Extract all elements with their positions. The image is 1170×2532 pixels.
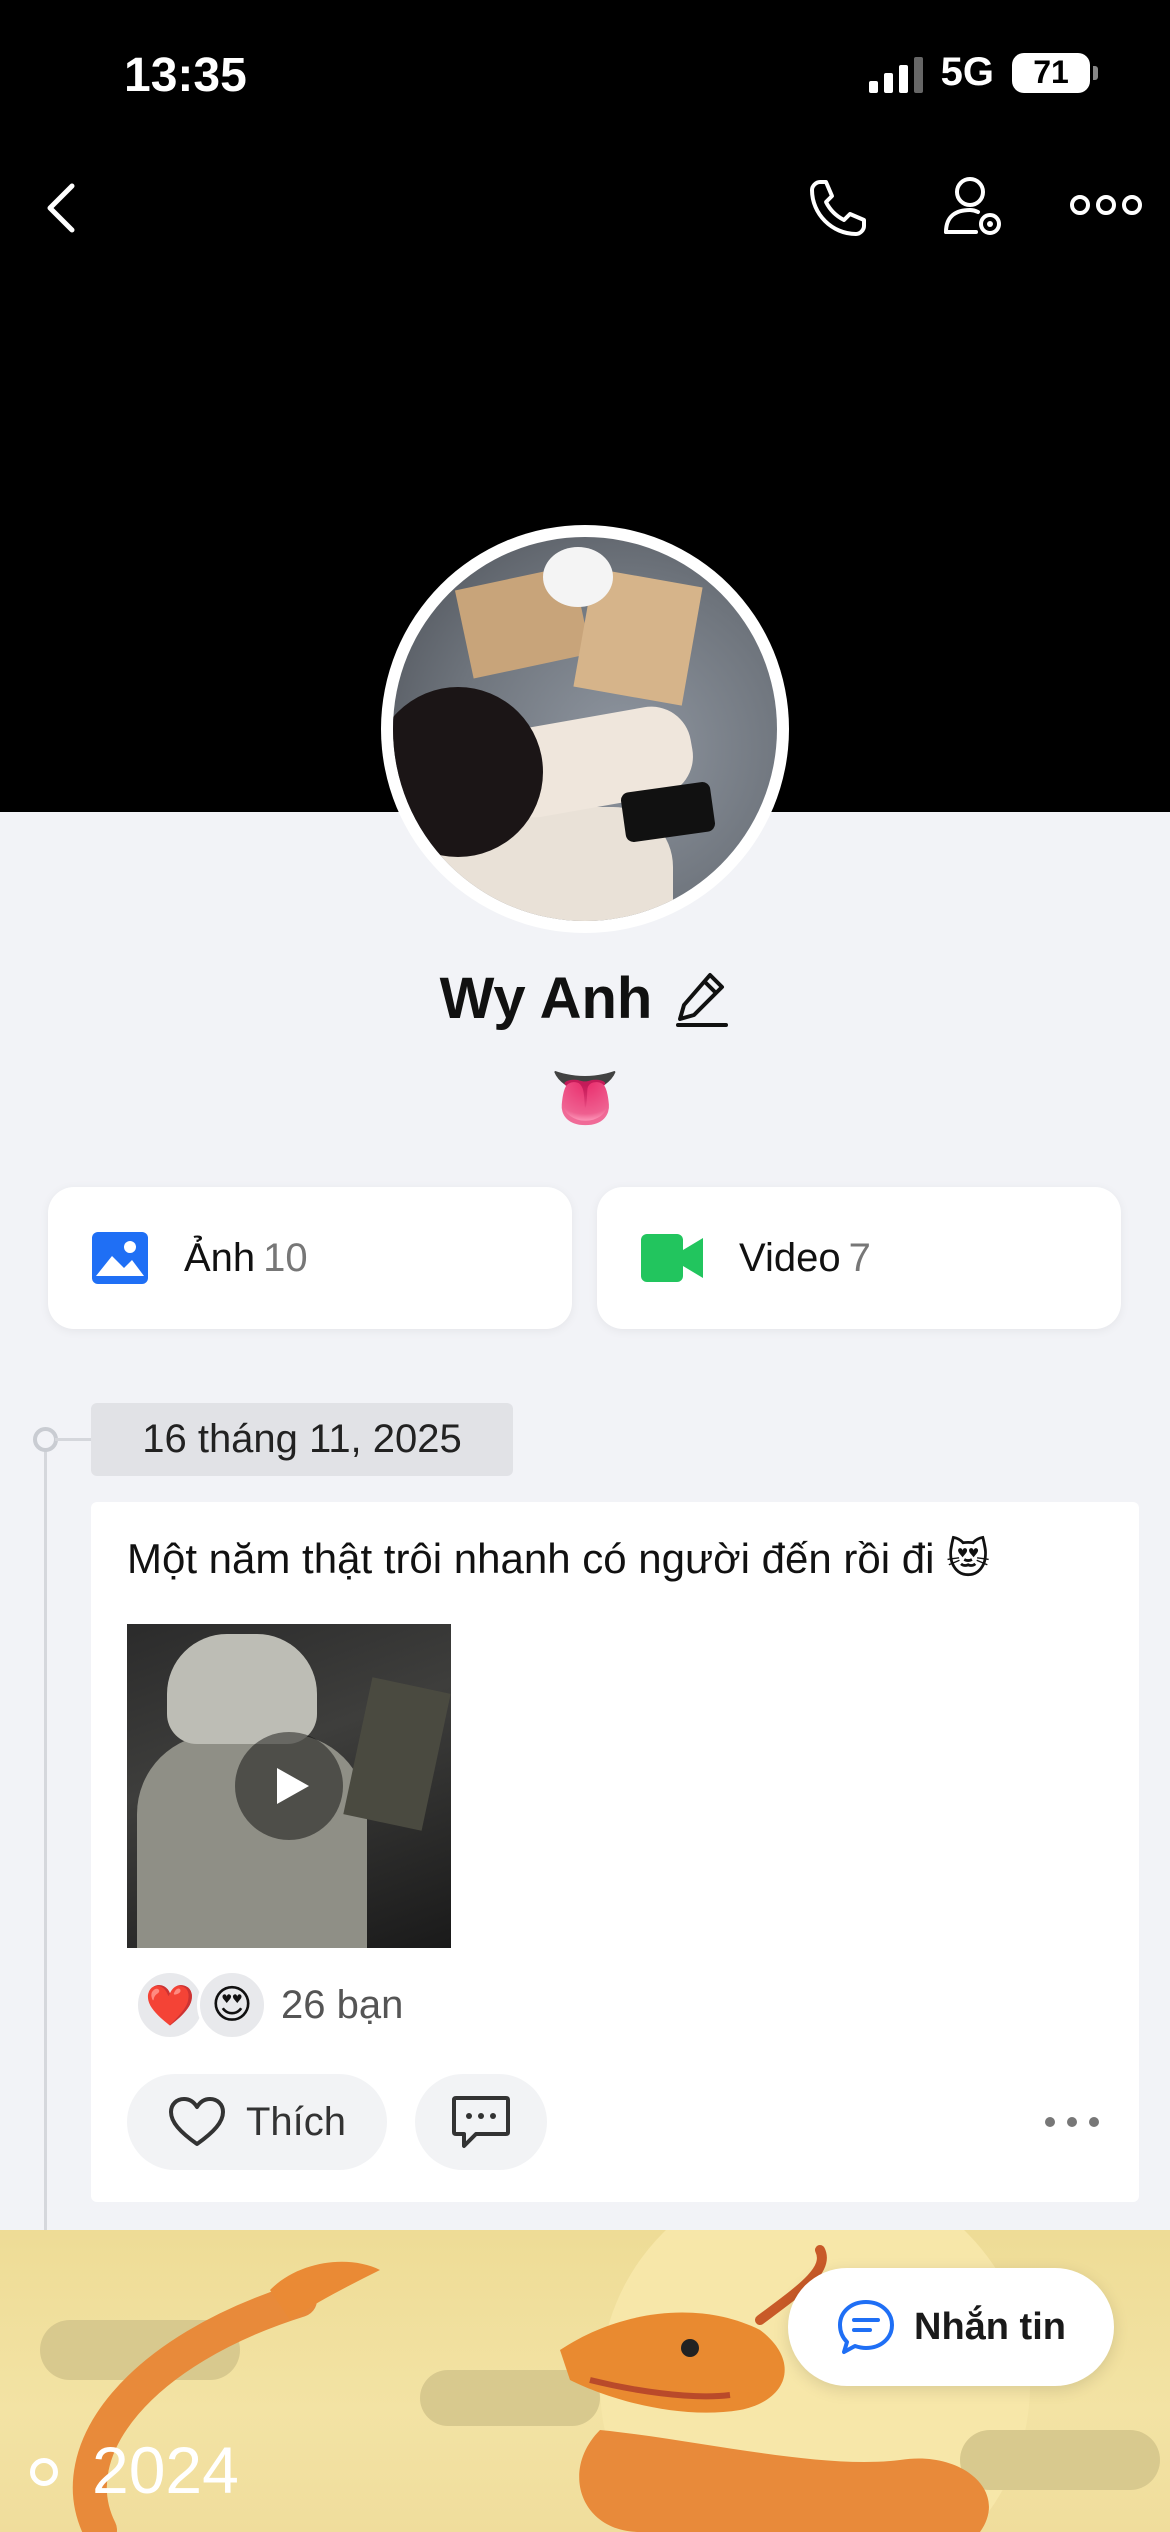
post-text: Một năm thật trôi nhanh có người đến rồi… (127, 1535, 990, 1582)
post-video-thumbnail[interactable] (127, 1624, 451, 1948)
photo-icon (92, 1232, 148, 1284)
reaction-heart-eyes: 😍 (197, 1970, 267, 2040)
reaction-summary[interactable]: ❤️ 😍 26 bạn (135, 1970, 403, 2040)
timeline-connector (55, 1438, 91, 1441)
avatar[interactable] (381, 525, 789, 933)
like-button[interactable]: Thích (127, 2074, 387, 2170)
photos-label: Ảnh (184, 1235, 256, 1280)
more-icon[interactable] (1070, 190, 1142, 220)
year-label: 2024 (92, 2433, 239, 2507)
comment-icon (452, 2096, 510, 2148)
timeline-post: Một năm thật trôi nhanh có người đến rồi… (91, 1502, 1139, 2202)
year-marker-dot (30, 2458, 58, 2486)
back-icon[interactable] (40, 180, 84, 236)
reaction-count: 26 bạn (281, 1982, 404, 2027)
comment-button[interactable] (415, 2074, 547, 2170)
videos-card[interactable]: Video 7 (597, 1187, 1121, 1329)
status-indicators: 5G 71 (868, 50, 1098, 95)
photos-card[interactable]: Ảnh 10 (48, 1187, 572, 1329)
profile-name-row: Wy Anh (0, 965, 1170, 1032)
avatar-image (393, 537, 777, 921)
profile-bio: 👅 (550, 1066, 620, 1129)
video-icon (641, 1234, 703, 1282)
user-settings-icon[interactable] (940, 172, 1008, 240)
chat-button[interactable]: Nhắn tin (788, 2268, 1114, 2386)
videos-count: 7 (848, 1235, 871, 1280)
profile-name: Wy Anh (439, 966, 653, 1031)
post-more-icon[interactable] (1043, 2110, 1101, 2134)
heart-icon (168, 2097, 225, 2146)
timeline-date: 16 tháng 11, 2025 (91, 1403, 513, 1476)
edit-icon[interactable] (674, 969, 730, 1029)
play-icon[interactable] (235, 1732, 343, 1840)
reaction-heart: ❤️ (135, 1970, 205, 2040)
status-time: 13:35 (124, 49, 247, 102)
chat-button-label: Nhắn tin (914, 2305, 1066, 2348)
chat-bubble-icon (838, 2300, 894, 2354)
phone-icon[interactable] (806, 176, 870, 240)
photos-count: 10 (263, 1235, 308, 1280)
signal-icon (868, 53, 923, 93)
videos-label: Video (739, 1235, 841, 1280)
like-label: Thích (245, 2099, 347, 2144)
battery-icon: 71 (1012, 52, 1098, 93)
network-type: 5G (940, 50, 994, 94)
